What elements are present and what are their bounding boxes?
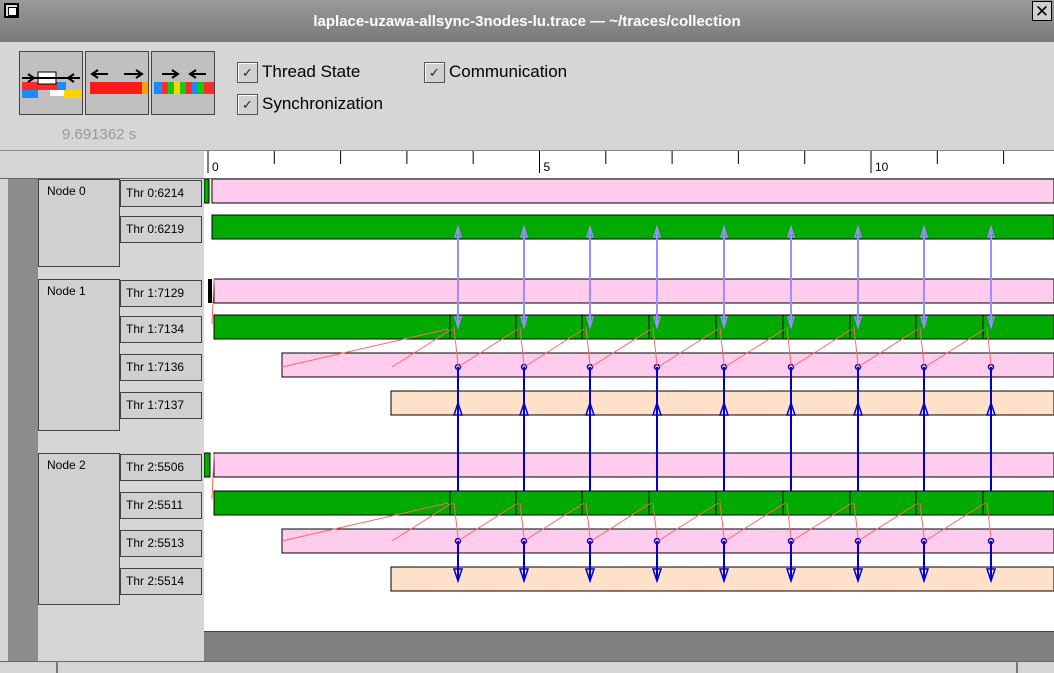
- thread-state-label: Thread State: [262, 62, 361, 81]
- left-scrollbar[interactable]: [8, 179, 39, 661]
- window-title: laplace-uzawa-allsync-3nodes-lu.trace — …: [313, 13, 741, 30]
- check-icon: ✓: [237, 61, 258, 83]
- thread-label[interactable]: Thr 2:5506: [120, 454, 202, 481]
- thread-label[interactable]: Thr 1:7134: [120, 316, 202, 343]
- elapsed-time-label: 9.691362 s: [62, 126, 137, 143]
- synchronization-view-icon: [154, 69, 214, 94]
- horizontal-scrollbar[interactable]: [204, 631, 1054, 662]
- communication-label: Communication: [449, 62, 568, 81]
- trace-window: laplace-uzawa-allsync-3nodes-lu.trace — …: [0, 0, 1054, 673]
- thread-label[interactable]: Thr 0:6214: [120, 180, 202, 207]
- thread-state-bar: [211, 179, 1054, 204]
- synchronization-view-button[interactable]: [151, 51, 215, 115]
- toolbar: 9.691362 s ✓ Thread State ✓ Communicatio…: [0, 42, 1054, 151]
- state-marker: [204, 452, 211, 478]
- synchronization-checkbox[interactable]: ✓ Synchronization: [237, 92, 383, 116]
- thread-label[interactable]: Thr 0:6219: [120, 216, 202, 243]
- status-bar: [0, 661, 1054, 673]
- thread-state-bar: [211, 214, 1054, 240]
- check-icon: ✓: [424, 61, 445, 83]
- check-icon: ✓: [237, 93, 258, 115]
- thread-state-view-button[interactable]: [19, 51, 83, 115]
- node-label[interactable]: Node 1: [38, 279, 120, 431]
- ruler-label: 5: [544, 160, 551, 174]
- thread-label[interactable]: Thr 2:5513: [120, 530, 202, 557]
- thread-label[interactable]: Thr 2:5514: [120, 568, 202, 595]
- ruler-label: 0: [212, 160, 219, 174]
- thread-state-bar: [390, 390, 1054, 416]
- thread-state-bar: [213, 452, 1054, 478]
- title-bar[interactable]: laplace-uzawa-allsync-3nodes-lu.trace — …: [0, 0, 1054, 43]
- state-marker: [204, 179, 210, 204]
- thread-state-bar: [213, 278, 1054, 304]
- ruler-spacer: [0, 151, 204, 179]
- close-icon[interactable]: ✕: [1032, 1, 1052, 21]
- thread-state-view-icon: [22, 71, 82, 98]
- thread-label[interactable]: Thr 1:7137: [120, 392, 202, 419]
- ruler-label: 10: [875, 160, 889, 174]
- thread-state-bar: [213, 314, 1054, 340]
- thread-state-bar: [390, 566, 1054, 592]
- communication-view-button[interactable]: [85, 51, 149, 115]
- status-divider: [1016, 661, 1018, 673]
- thread-state-checkbox[interactable]: ✓ Thread State: [237, 60, 360, 84]
- thread-state-bar: [213, 490, 1054, 516]
- communication-checkbox[interactable]: ✓ Communication: [424, 60, 567, 84]
- thread-label[interactable]: Thr 1:7136: [120, 354, 202, 381]
- status-divider: [56, 661, 58, 673]
- thread-label[interactable]: Thr 2:5511: [120, 492, 202, 519]
- synchronization-label: Synchronization: [262, 94, 383, 113]
- time-ruler[interactable]: 0 5 10: [204, 151, 1054, 179]
- communication-view-icon: [90, 69, 148, 94]
- node-label[interactable]: Node 2: [38, 453, 120, 605]
- thread-label[interactable]: Thr 1:7129: [120, 280, 202, 307]
- node-label[interactable]: Node 0: [38, 179, 120, 267]
- timeline-canvas[interactable]: [204, 179, 1054, 631]
- thread-state-bar: [281, 352, 1054, 378]
- state-marker: [208, 279, 212, 303]
